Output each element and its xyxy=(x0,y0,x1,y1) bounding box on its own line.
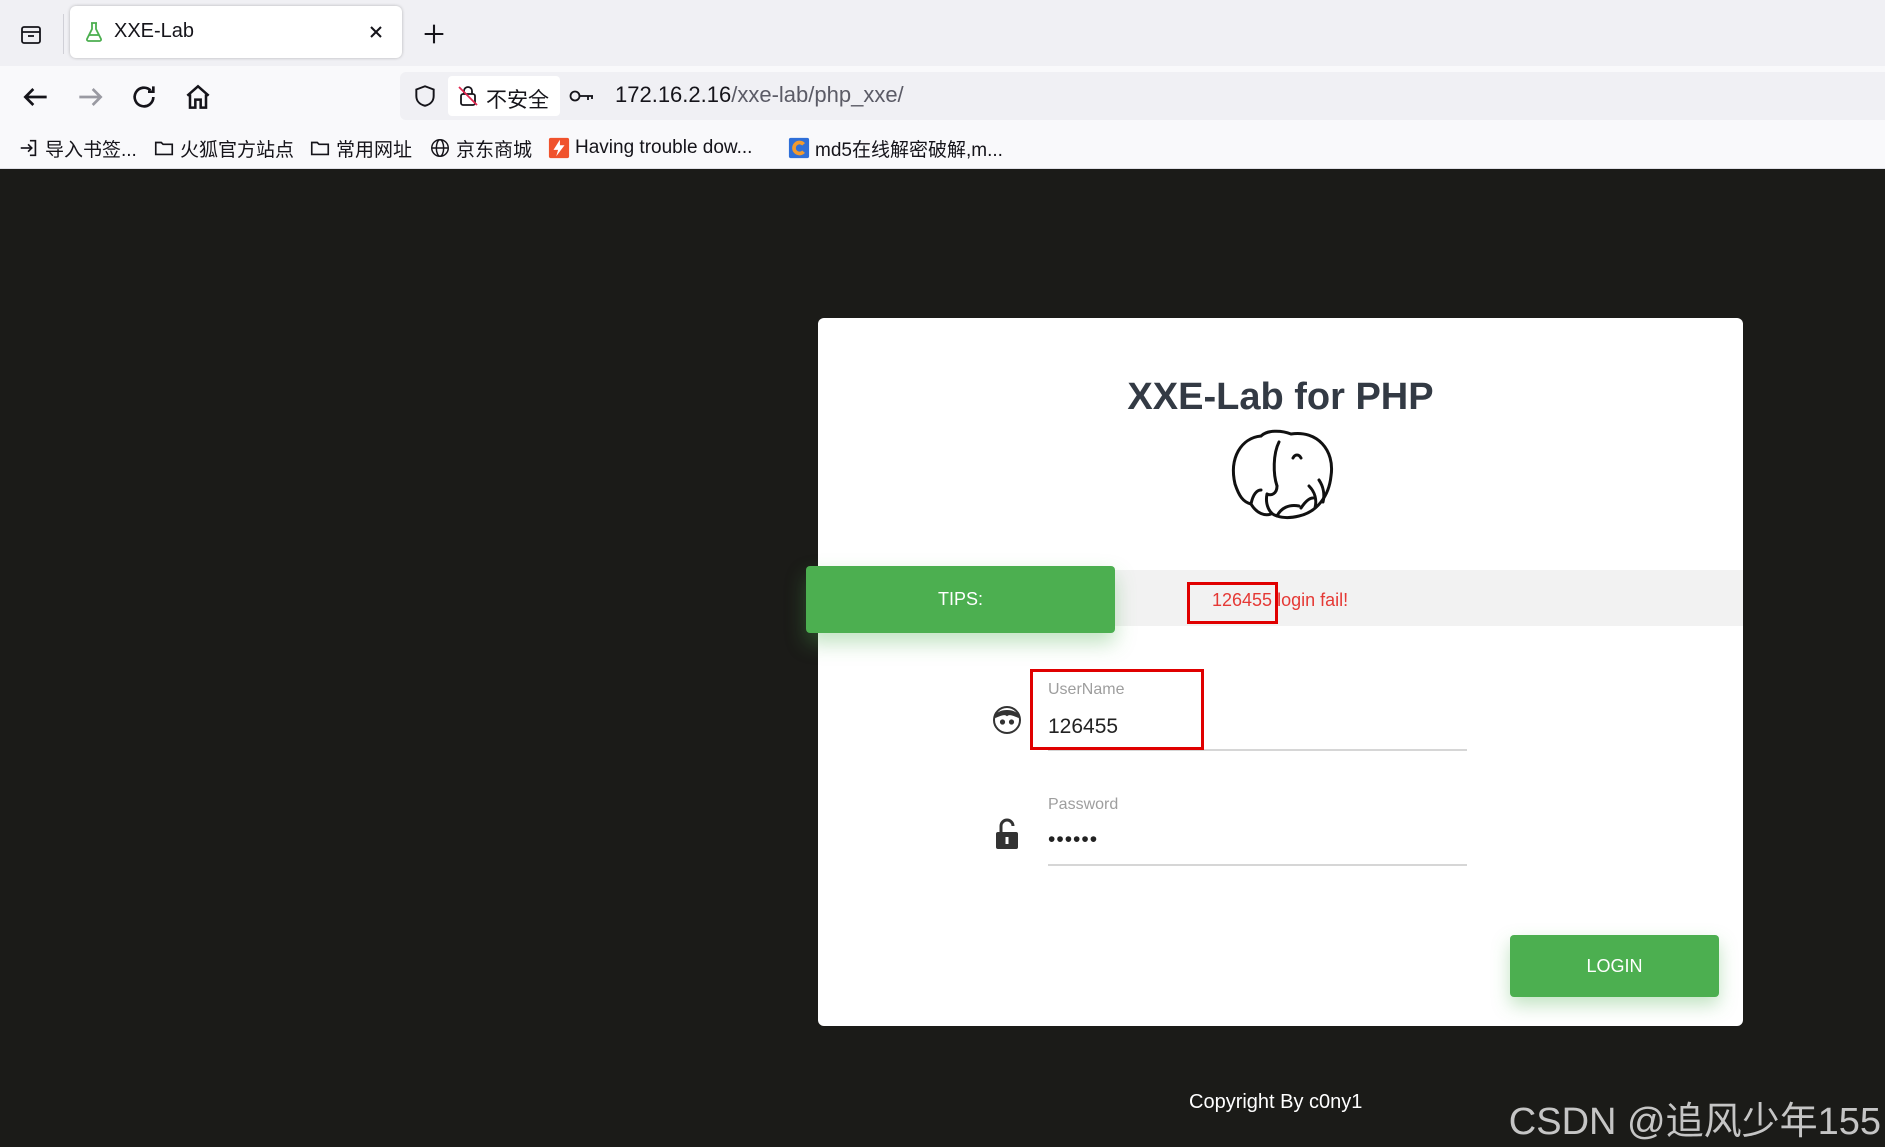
globe-icon xyxy=(431,139,449,157)
bookmark-label: md5在线解密破解,m... xyxy=(815,139,1003,161)
user-face-icon xyxy=(993,706,1021,734)
bookmark-md5[interactable]: md5在线解密破解,m... xyxy=(788,134,1003,162)
bookmark-folder-common[interactable]: 常用网址 xyxy=(309,134,412,162)
unlock-icon xyxy=(996,818,1018,849)
copyright-text: Copyright By c0ny1 xyxy=(1189,1091,1363,1113)
login-card: XXE-Lab for PHP xyxy=(818,318,1743,1026)
tab-separator xyxy=(63,14,64,54)
url-text[interactable]: 172.16.2.16/xxe-lab/php_xxe/ xyxy=(615,82,904,108)
lightning-favicon-icon xyxy=(548,137,570,159)
page-viewport: XXE-Lab for PHP TIPS: 126455 login fail!… xyxy=(0,169,1885,1147)
md5-favicon-icon xyxy=(788,137,810,159)
tab-title: XXE-Lab xyxy=(114,20,195,42)
folder-icon xyxy=(154,141,174,156)
password-label: Password xyxy=(1048,796,1119,813)
tab-xxe-lab[interactable]: XXE-Lab xyxy=(70,6,402,58)
key-icon[interactable] xyxy=(568,84,596,108)
url-host: 172.16.2.16 xyxy=(615,82,732,107)
flask-icon xyxy=(86,22,102,42)
insecure-lock-icon xyxy=(458,86,478,106)
connection-insecure-indicator[interactable]: 不安全 xyxy=(448,76,560,116)
navigation-toolbar: 不安全 172.16.2.16/xxe-lab/php_xxe/ xyxy=(0,66,1885,128)
url-path: /xxe-lab/php_xxe/ xyxy=(731,82,904,107)
bookmark-import[interactable]: 导入书签... xyxy=(18,134,137,162)
bookmarks-toolbar: 导入书签... 火狐官方站点 常用网址 京东商城 Having trouble … xyxy=(0,128,1885,169)
tab-strip: XXE-Lab xyxy=(0,0,1885,66)
new-tab-icon[interactable] xyxy=(420,20,448,48)
tab-overview-button[interactable] xyxy=(14,18,48,52)
bookmark-label: 导入书签... xyxy=(45,139,137,161)
tips-badge: TIPS: xyxy=(806,566,1115,633)
php-elephant-logo-icon xyxy=(1232,429,1334,519)
password-input[interactable]: •••••• xyxy=(1048,828,1098,852)
login-button[interactable]: LOGIN xyxy=(1510,935,1719,997)
highlight-box-tip xyxy=(1187,582,1278,624)
import-icon xyxy=(20,139,37,157)
tracking-shield-icon[interactable] xyxy=(412,83,438,109)
reload-icon[interactable] xyxy=(128,81,160,113)
tab-overview-icon xyxy=(21,26,41,44)
folder-icon xyxy=(310,141,330,156)
close-tab-icon[interactable] xyxy=(364,20,388,44)
bookmark-label: 常用网址 xyxy=(336,139,413,161)
bookmark-label: 火狐官方站点 xyxy=(180,139,295,161)
bookmark-label: Having trouble dow... xyxy=(575,137,753,158)
insecure-label: 不安全 xyxy=(486,89,549,112)
page-title: XXE-Lab for PHP xyxy=(1127,376,1434,418)
forward-icon[interactable] xyxy=(74,81,106,113)
csdn-watermark: CSDN @追风少年155 xyxy=(1508,1101,1881,1143)
bookmark-folder-firefox[interactable]: 火狐官方站点 xyxy=(153,134,294,162)
password-underline xyxy=(1048,864,1467,866)
highlight-box-username xyxy=(1030,669,1204,750)
bookmark-jd[interactable]: 京东商城 xyxy=(429,134,532,162)
address-bar[interactable]: 不安全 172.16.2.16/xxe-lab/php_xxe/ xyxy=(400,72,1885,120)
home-icon[interactable] xyxy=(182,81,214,113)
bookmark-label: 京东商城 xyxy=(456,139,533,161)
bookmark-having-trouble[interactable]: Having trouble dow... xyxy=(548,134,752,162)
back-icon[interactable] xyxy=(20,81,52,113)
